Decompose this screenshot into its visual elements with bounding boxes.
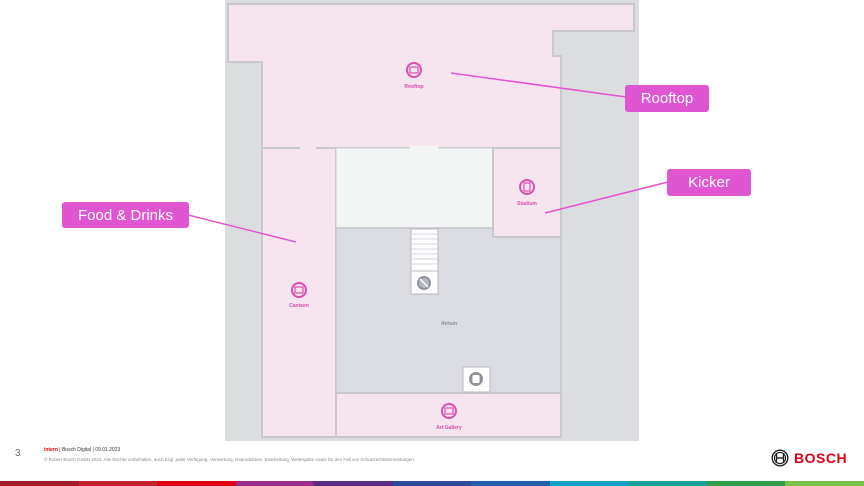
- brand-color-segment: [157, 481, 236, 486]
- food-drinks-callout: Food & Drinks: [62, 202, 189, 228]
- canteen-icon: [291, 282, 307, 298]
- no-entry-icon: [417, 276, 431, 290]
- stair-zone: [335, 147, 494, 229]
- brand-color-segment: [78, 481, 158, 486]
- stadium-icon: [519, 179, 535, 195]
- brand-color-segment: [785, 481, 864, 486]
- footer-copyright: © Robert Bosch GmbH 2022. Alle Rechte vo…: [44, 457, 415, 462]
- room-label-art-gallery: Art Gallery: [436, 425, 462, 431]
- room-label-atrium: Atrium: [441, 321, 458, 327]
- page-number: 3: [15, 448, 21, 459]
- brand-color-segment: [235, 481, 315, 486]
- footer-meta-text: | Bosch Digital | 09.01.2023: [57, 447, 121, 453]
- room-label-canteen: Canteen: [289, 303, 309, 309]
- door-gap: [300, 146, 316, 150]
- footer-meta: intern | Bosch Digital | 09.01.2023: [44, 447, 120, 453]
- brand-color-segment: [314, 481, 393, 486]
- rooftop-callout: Rooftop: [625, 85, 709, 112]
- room-label-stadium: Stadium: [517, 201, 537, 207]
- brand-color-segment: [392, 481, 472, 486]
- art-gallery-icon: [441, 403, 457, 419]
- brand-color-segment: [706, 481, 786, 486]
- bosch-logo: BOSCH: [771, 449, 847, 467]
- room-atrium[interactable]: [335, 227, 562, 394]
- door-gap: [410, 146, 438, 150]
- brand-color-segment: [0, 481, 79, 486]
- rooftop-icon: [406, 62, 422, 78]
- brand-color-segment: [628, 481, 707, 486]
- elevator-icon: [462, 366, 491, 393]
- classification-label: intern: [44, 447, 58, 453]
- brand-color-segment: [471, 481, 550, 486]
- bosch-armature-icon: [771, 449, 789, 467]
- bosch-wordmark: BOSCH: [794, 450, 848, 466]
- room-label-rooftop: Rooftop: [404, 84, 423, 90]
- brand-color-segment: [549, 481, 629, 486]
- kicker-callout: Kicker: [667, 169, 751, 196]
- brand-color-bar: [0, 481, 864, 486]
